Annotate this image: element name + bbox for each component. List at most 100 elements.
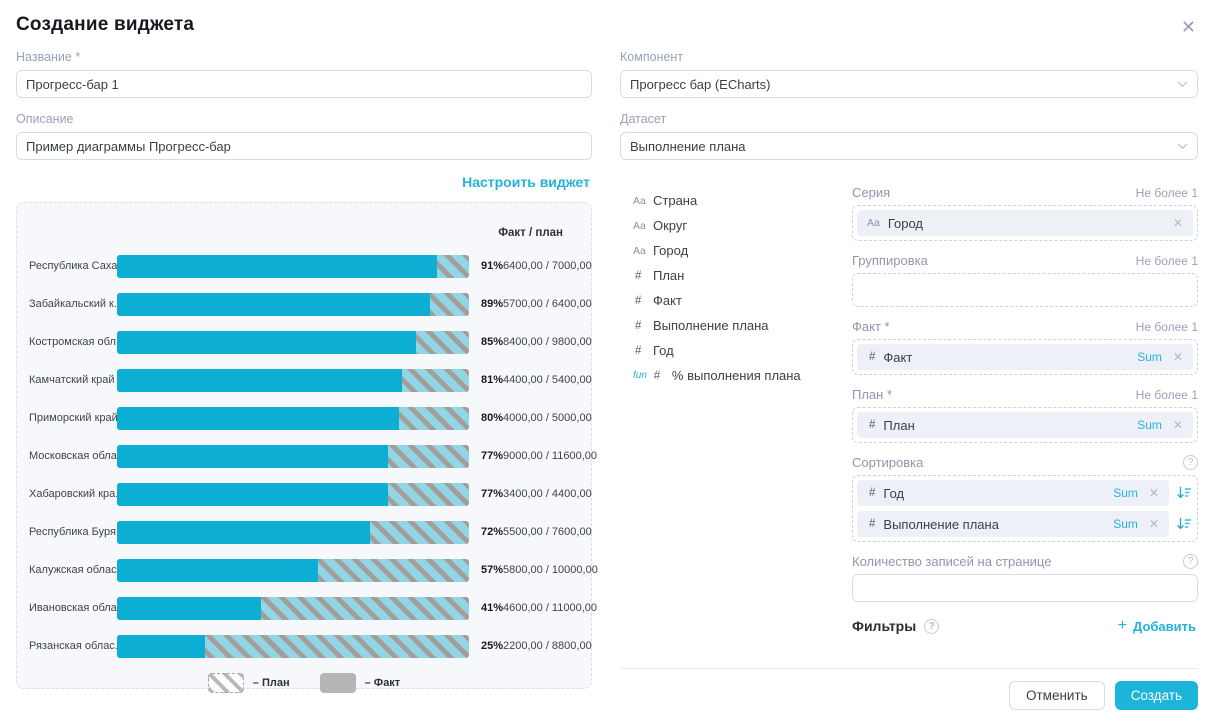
dataset-select-value[interactable] [620,132,1198,160]
field-label-text: Факт [653,293,682,308]
field-label-text: Город [653,243,688,258]
plus-icon: + [1118,618,1127,634]
plan-dropzone[interactable]: # План Sum ✕ [852,407,1198,443]
dataset-field[interactable]: AaОкруг [633,213,852,238]
dataset-field[interactable]: #Выполнение плана [633,313,852,338]
widget-preview-panel: Факт / план Республика Саха91%6400,00 / … [16,202,592,689]
dialog-footer: Отменить Создать [620,668,1198,710]
left-column: Название * Описание Настроить виджет Фак… [16,50,592,710]
text-field-icon: Aa [633,220,653,232]
bar-percent-label: 72% [469,526,503,538]
bar-percent-label: 25% [469,640,503,652]
description-input[interactable] [16,132,592,160]
aggregation-select[interactable]: Sum [1137,418,1162,432]
help-icon[interactable]: ? [1183,554,1198,569]
chart-row: Московская обла...77%9000,00 / 11600,00 [29,437,579,475]
remove-icon[interactable]: ✕ [1149,517,1159,531]
remove-icon[interactable]: ✕ [1173,418,1183,432]
aggregation-select[interactable]: Sum [1113,517,1138,531]
chevron-down-icon [1177,81,1188,88]
progress-bar-track [117,635,469,658]
field-label-text: План [653,268,684,283]
aggregation-select[interactable]: Sum [1113,486,1138,500]
bar-percent-label: 89% [469,298,503,310]
chip-label: Год [883,486,1105,501]
fact-dropzone[interactable]: # Факт Sum ✕ [852,339,1198,375]
function-icon: fun [633,370,647,381]
component-label: Компонент [620,50,1198,64]
bar-values-label: 4600,00 / 11000,00 [503,602,597,614]
progress-bar-fill [117,559,318,582]
number-field-icon: # [867,351,875,363]
remove-icon[interactable]: ✕ [1173,350,1183,364]
bar-values-label: 4400,00 / 5400,00 [503,374,592,386]
dataset-field[interactable]: AaГород [633,238,852,263]
bar-values-label: 9000,00 / 11600,00 [503,450,597,462]
legend-item: – План [208,673,290,693]
bar-percent-label: 85% [469,336,503,348]
number-field-icon: # [633,270,653,282]
dataset-field[interactable]: fun#% выполнения плана [633,363,852,388]
dataset-field[interactable]: #Год [633,338,852,363]
grouping-label: Группировка [852,253,928,268]
chart-row: Республика Саха91%6400,00 / 7000,00 [29,247,579,285]
sorting-dropzone[interactable]: #ГодSum✕#Выполнение планаSum✕ [852,475,1198,542]
number-field-icon: # [867,487,875,499]
series-dropzone[interactable]: Aa Город ✕ [852,205,1198,241]
chart-row: Калужская облас...57%5800,00 / 10000,00 [29,551,579,589]
sort-chip[interactable]: # Год Sum ✕ [857,480,1169,506]
page-size-input[interactable] [852,574,1198,602]
bar-values-label: 2200,00 / 8800,00 [503,640,592,652]
description-label: Описание [16,112,592,126]
dataset-select[interactable] [620,132,1198,160]
number-field-icon: # [633,345,653,357]
bar-category-label: Приморский край [29,412,117,424]
sort-descending-icon[interactable] [1176,517,1193,531]
create-button[interactable]: Создать [1115,681,1198,710]
dataset-field[interactable]: #Факт [633,288,852,313]
remove-icon[interactable]: ✕ [1173,216,1183,230]
chip-label: Факт [883,350,1129,365]
component-select[interactable] [620,70,1198,98]
plan-limit: Не более 1 [1136,388,1198,402]
component-select-value[interactable] [620,70,1198,98]
add-filter-button[interactable]: + Добавить [1118,618,1196,634]
bar-percent-label: 77% [469,450,503,462]
page-size-block: Количество записей на странице ? [852,554,1198,602]
series-chip[interactable]: Aa Город ✕ [857,210,1193,236]
name-input[interactable] [16,70,592,98]
bar-percent-label: 41% [469,602,503,614]
aggregation-select[interactable]: Sum [1137,350,1162,364]
plan-chip[interactable]: # План Sum ✕ [857,412,1193,438]
close-icon[interactable]: ✕ [1181,18,1196,36]
help-icon[interactable]: ? [1183,455,1198,470]
progress-bar-track [117,293,469,316]
add-filter-label: Добавить [1133,619,1196,634]
right-column: Компонент Датасет AaСтранаA [620,50,1198,710]
grouping-dropzone[interactable] [852,273,1198,307]
field-label-text: Выполнение плана [653,318,769,333]
grouping-block: Группировка Не более 1 [852,253,1198,307]
dataset-field[interactable]: #План [633,263,852,288]
page-size-label: Количество записей на странице [852,554,1051,569]
progress-bar-track [117,331,469,354]
bar-category-label: Ивановская обла... [29,602,117,614]
progress-bar-fill [117,597,261,620]
sort-descending-icon[interactable] [1176,486,1193,500]
remove-icon[interactable]: ✕ [1149,486,1159,500]
bar-values-label: 4000,00 / 5000,00 [503,412,592,424]
chart-row: Камчатский край81%4400,00 / 5400,00 [29,361,579,399]
progress-bar-track [117,521,469,544]
text-field-icon: Aa [867,217,880,229]
number-field-icon: # [867,518,875,530]
progress-bar-track [117,369,469,392]
dataset-field[interactable]: AaСтрана [633,188,852,213]
help-icon[interactable]: ? [924,619,939,634]
fact-chip[interactable]: # Факт Sum ✕ [857,344,1193,370]
bar-values-label: 3400,00 / 4400,00 [503,488,592,500]
bar-category-label: Рязанская облас... [29,640,117,652]
cancel-button[interactable]: Отменить [1009,681,1105,710]
configure-widget-link[interactable]: Настроить виджет [462,174,590,190]
series-limit: Не более 1 [1136,186,1198,200]
sort-chip[interactable]: #Выполнение планаSum✕ [857,511,1169,537]
